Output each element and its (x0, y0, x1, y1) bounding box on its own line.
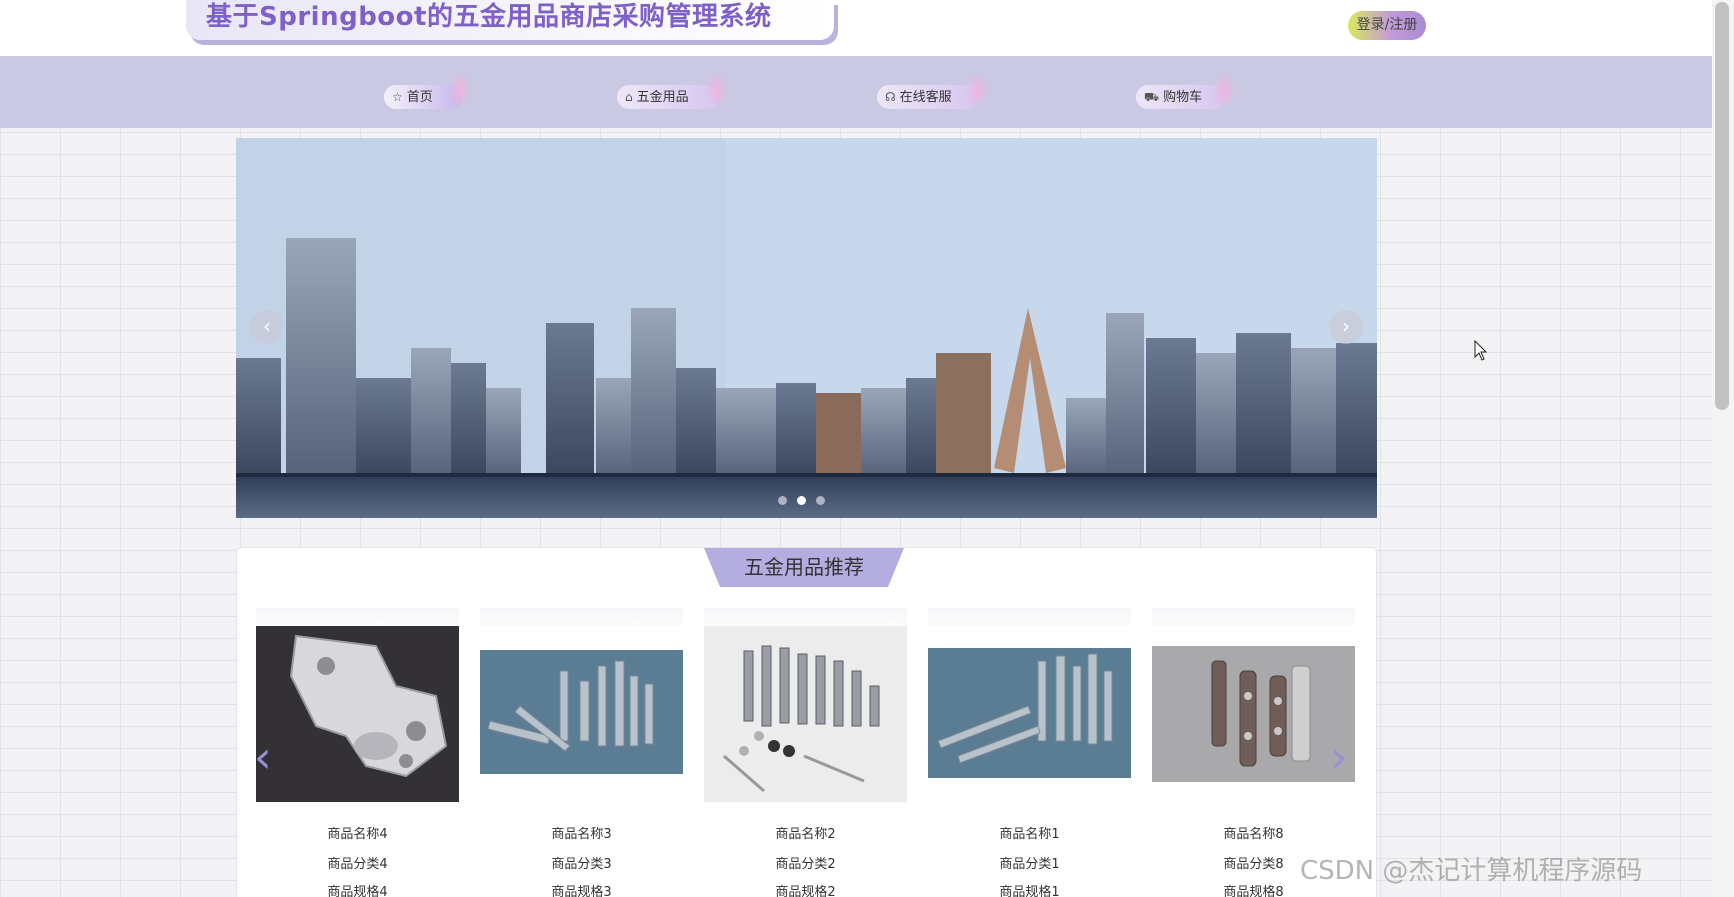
nav-item-hardware[interactable]: ⌂ 五金用品 (617, 71, 729, 109)
nav-item-service[interactable]: ☊ 在线客服 (877, 71, 989, 109)
top-header: 基于Springboot的五金用品商店采购管理系统 登录/注册 (0, 0, 1712, 56)
product-image (704, 626, 907, 802)
banner-dot[interactable] (797, 496, 806, 505)
banner-indicators (778, 496, 825, 505)
product-image (928, 626, 1131, 802)
scrollbar-thumb[interactable] (1715, 2, 1729, 410)
nav-item-cart[interactable]: ⛟ 购物车 (1136, 71, 1236, 109)
product-image (256, 626, 459, 802)
nav-item-label: 购物车 (1163, 90, 1203, 105)
section-title: 五金用品推荐 (704, 548, 904, 587)
product-image (480, 626, 683, 802)
products-next-arrow[interactable]: › (1330, 736, 1348, 780)
banner-carousel[interactable]: ‹ › (236, 138, 1377, 518)
product-spec: 商品规格4 (327, 885, 388, 897)
product-name: 商品名称4 (327, 827, 388, 842)
product-card[interactable]: 商品名称3 商品分类3 商品规格3 (480, 608, 683, 897)
banner-dot[interactable] (816, 496, 825, 505)
product-name: 商品名称2 (775, 827, 836, 842)
product-category: 商品分类3 (551, 857, 612, 872)
headset-icon: ☊ (885, 90, 896, 104)
main-nav: ☆ 首页 ⌂ 五金用品 ☊ 在线客服 ⛟ 购物车 (0, 56, 1712, 128)
city-skyline-image (236, 138, 1377, 518)
mouse-cursor-icon (1474, 340, 1488, 361)
product-card[interactable]: 商品名称1 商品分类1 商品规格1 (928, 608, 1131, 897)
cart-icon: ⛟ (1144, 90, 1160, 104)
nav-item-label: 在线客服 (899, 90, 952, 105)
product-image (1152, 626, 1355, 802)
nav-item-home[interactable]: ☆ 首页 (384, 71, 472, 109)
product-card[interactable]: 商品名称2 商品分类2 商品规格2 (704, 608, 907, 897)
product-name: 商品名称3 (551, 827, 612, 842)
nav-item-label: 首页 (406, 90, 433, 105)
product-category: 商品分类1 (999, 857, 1060, 872)
product-name: 商品名称1 (999, 827, 1060, 842)
banner-dot[interactable] (778, 496, 787, 505)
product-category: 商品分类4 (327, 857, 388, 872)
bag-icon: ⌂ (625, 90, 633, 104)
star-icon: ☆ (392, 90, 403, 104)
nav-item-label: 五金用品 (636, 90, 689, 105)
product-spec: 商品规格3 (551, 885, 612, 897)
product-recommend-section: 五金用品推荐 商品名称4 商品分类4 商品规格4 商品名称3 商品分类3 商品规… (236, 547, 1377, 897)
watermark-text: CSDN @杰记计算机程序源码 (1300, 856, 1643, 886)
site-title: 基于Springboot的五金用品商店采购管理系统 (186, 0, 834, 40)
product-name: 商品名称8 (1223, 827, 1284, 842)
product-spec: 商品规格2 (775, 885, 836, 897)
product-category: 商品分类2 (775, 857, 836, 872)
product-spec: 商品规格1 (999, 885, 1060, 897)
login-register-button[interactable]: 登录/注册 (1348, 11, 1426, 40)
products-prev-arrow[interactable]: ‹ (254, 736, 272, 780)
banner-prev-arrow[interactable]: ‹ (250, 310, 284, 344)
product-card[interactable]: 商品名称4 商品分类4 商品规格4 (256, 608, 459, 897)
banner-next-arrow[interactable]: › (1329, 310, 1363, 344)
